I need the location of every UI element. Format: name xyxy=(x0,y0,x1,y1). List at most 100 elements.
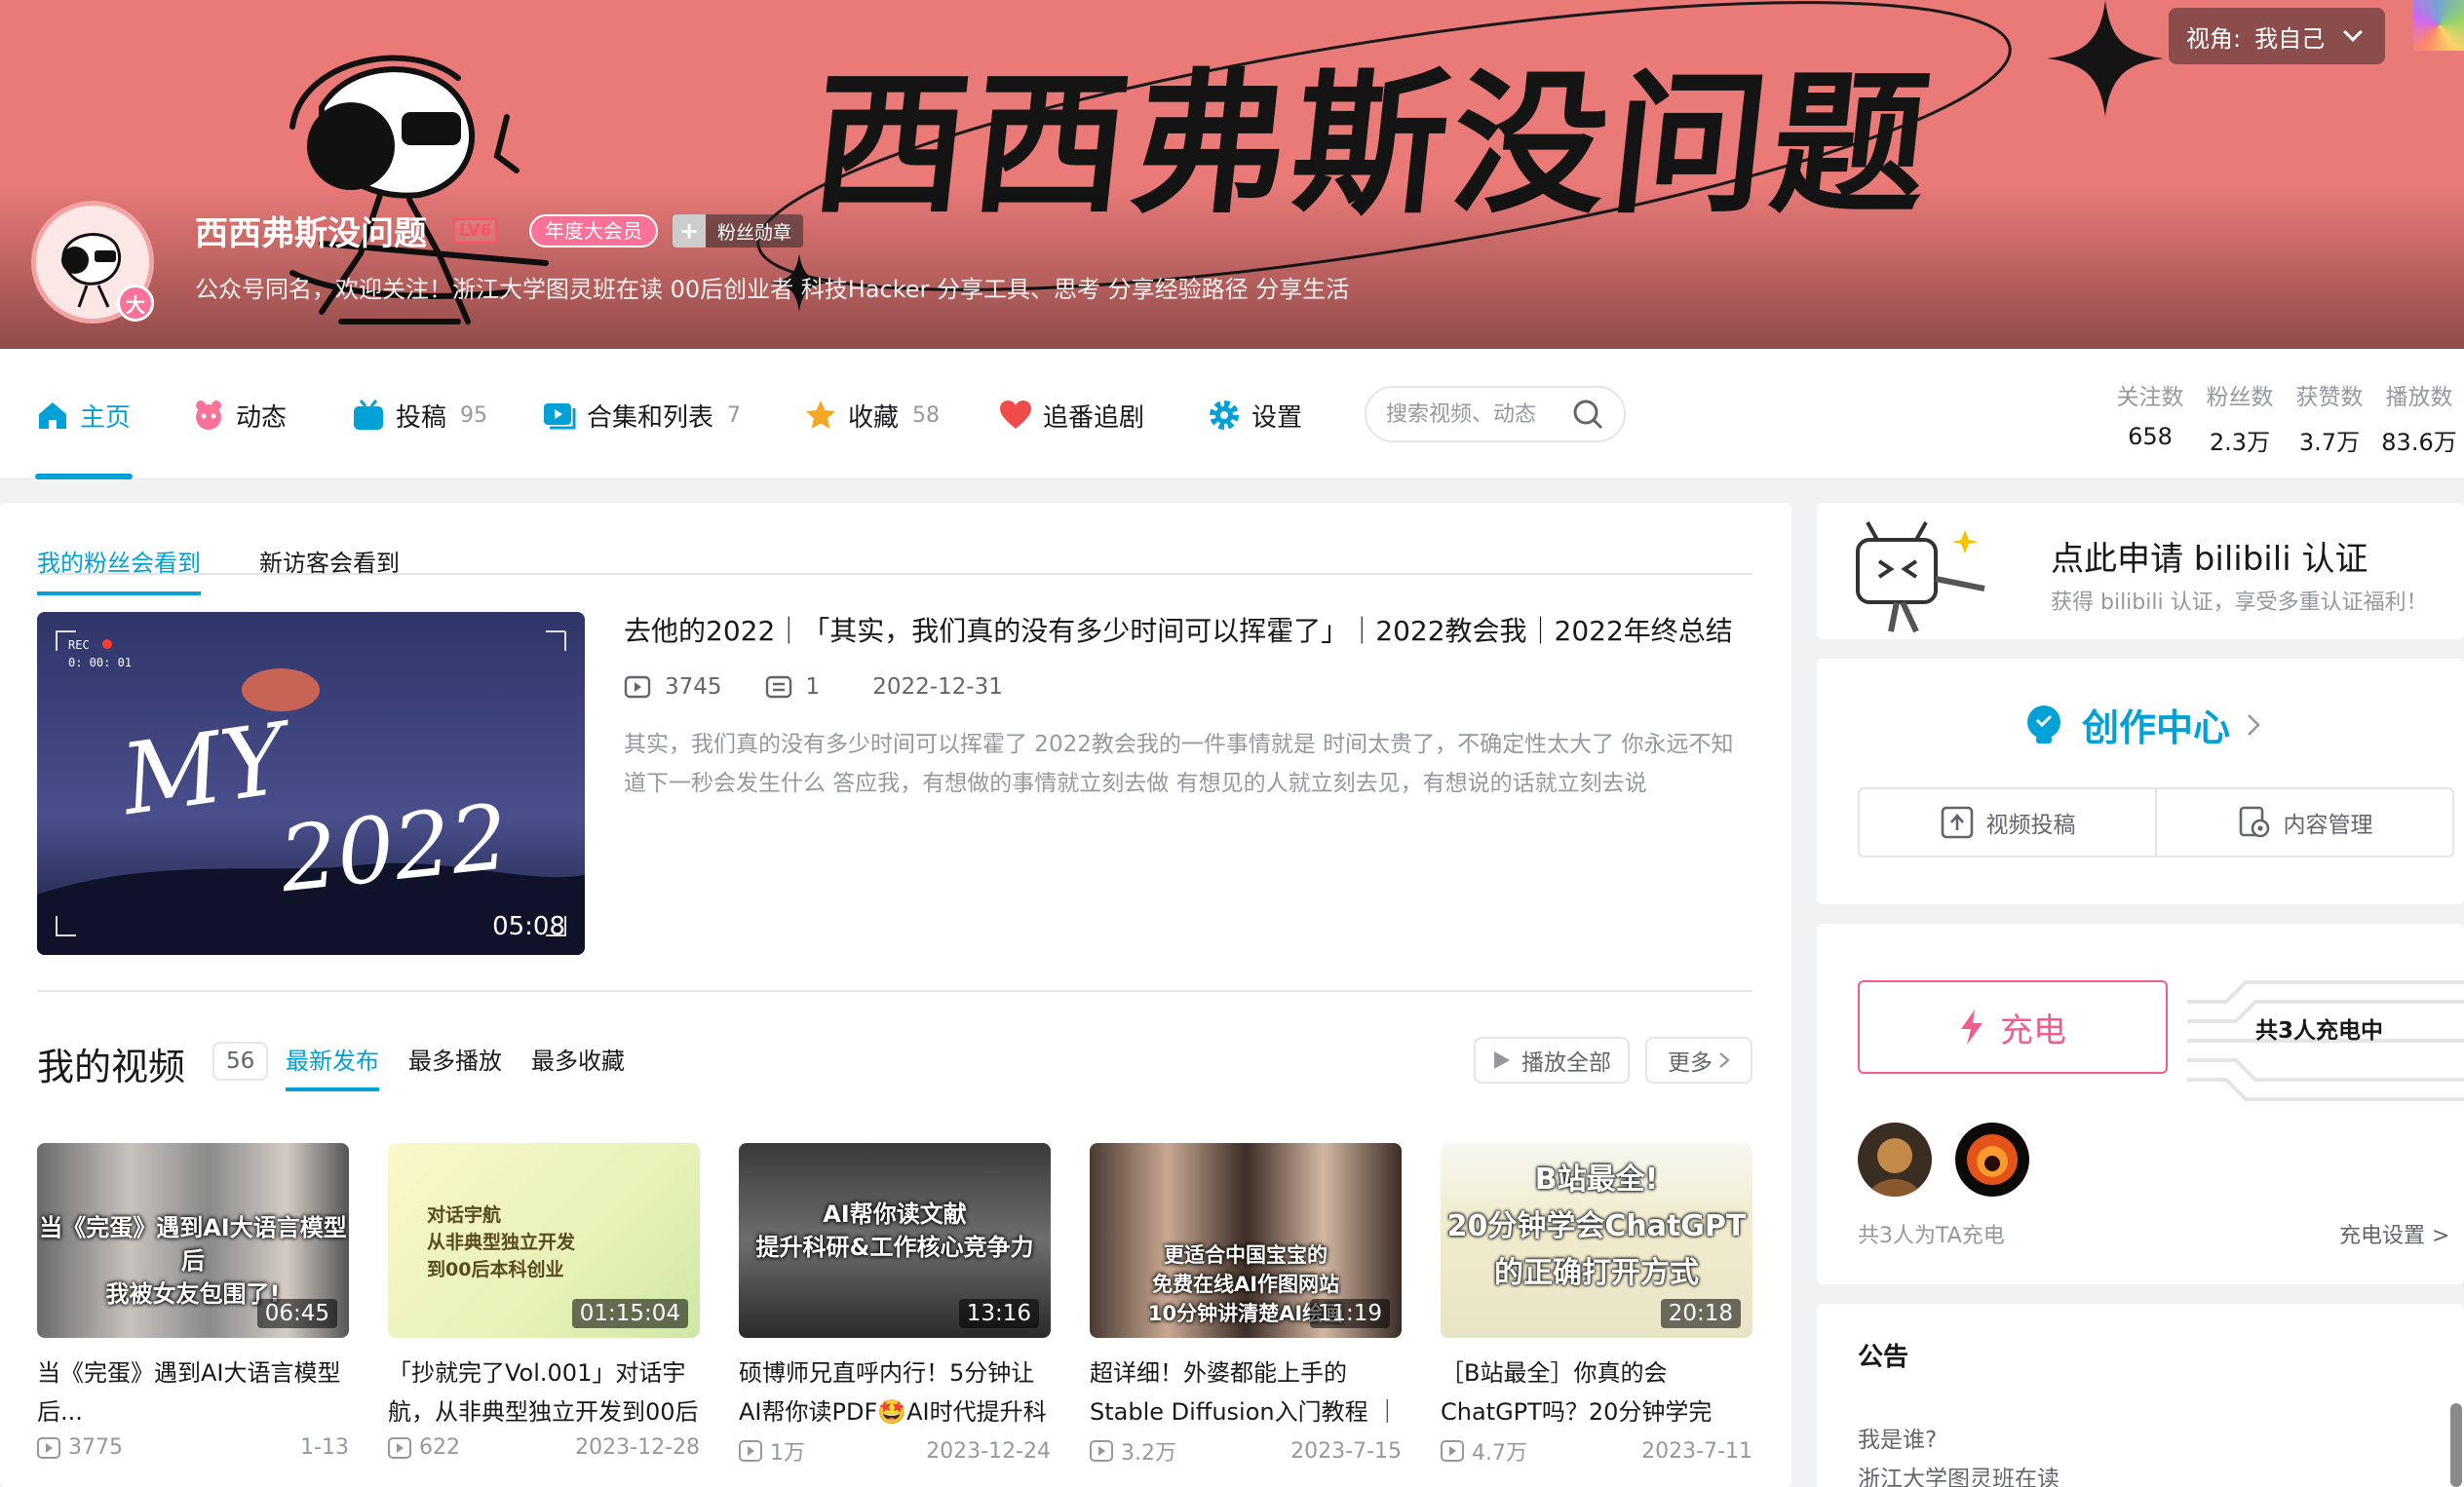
video-card[interactable]: 对话宇航 从非典型独立开发 到00后本科创业 01:15:04 「抄就完了Vol… xyxy=(388,1143,700,1460)
video-card[interactable]: AI帮你读文献 提升科研&工作核心竞争力 13:16 硕博师兄直呼内行！5分钟让… xyxy=(739,1143,1051,1467)
vip-avatar-badge: 大 xyxy=(117,285,154,322)
view-as-dropdown[interactable]: 视角: 我自己 xyxy=(2169,8,2385,64)
profile-banner: 西西弗斯没问题 视角: 我自己 大 西西弗斯没问题 LV6 年度大会员 + 粉丝… xyxy=(0,0,2464,349)
charge-supporters-text[interactable]: 共3人为TA充电 xyxy=(1858,1218,2005,1249)
chevron-right-icon xyxy=(1719,1052,1730,1068)
featured-meta: 3745 1 2022-12-31 xyxy=(624,674,1003,700)
heart-icon xyxy=(1000,400,1031,429)
fan-medal-label: 粉丝勋章 xyxy=(717,221,792,244)
video-date: 2023-7-11 xyxy=(1641,1438,1752,1464)
comment-icon xyxy=(765,675,791,699)
view-as-label: 视角: xyxy=(2186,24,2242,53)
video-thumbnail[interactable]: 当《完蛋》遇到AI大语言模型后 我被女友包围了! 06:45 xyxy=(37,1143,349,1338)
sort-most-favorited[interactable]: 最多收藏 xyxy=(531,1042,625,1091)
page-scrollbar[interactable] xyxy=(2450,1403,2462,1487)
video-duration: 01:15:04 xyxy=(571,1299,688,1328)
announcement-title: 公告 xyxy=(1858,1343,1909,1372)
featured-title[interactable]: 去他的2022｜「其实，我们真的没有多少时间可以挥霍了」｜2022教会我｜202… xyxy=(624,610,1733,649)
video-card[interactable]: 更适合中国宝宝的 免费在线AI作图网站 10分钟讲清楚AI绘画 11:19 超详… xyxy=(1090,1143,1402,1467)
video-card[interactable]: B站最全! 20分钟学会ChatGPT 的正确打开方式 20:18 ［B站最全］… xyxy=(1441,1143,1752,1467)
tab-dynamic-label: 动态 xyxy=(236,402,288,433)
play-all-button[interactable]: 播放全部 xyxy=(1474,1037,1630,1084)
tab-visitor-view[interactable]: 新访客会看到 xyxy=(259,544,400,595)
charger-avatar[interactable] xyxy=(1955,1123,2029,1197)
video-plays: 3.2万 xyxy=(1121,1441,1176,1466)
play-count-icon xyxy=(388,1436,411,1459)
lightning-icon xyxy=(1961,1010,1983,1045)
my-videos-sort-tabs: 最新发布 最多播放 最多收藏 xyxy=(286,1042,625,1091)
tab-settings-label: 设置 xyxy=(1251,402,1303,433)
user-stats: 关注数 658 粉丝数 2.3万 获赞数 3.7万 播放数 83.6万 xyxy=(2105,378,2464,457)
certification-title: 点此申请 bilibili 认证 xyxy=(2051,540,2368,579)
creator-center-link[interactable]: 创作中心 xyxy=(2021,698,2261,751)
play-count-icon xyxy=(624,675,651,699)
announcement-card: 公告 我是谁? 浙江大学图灵班在读 xyxy=(1817,1304,2464,1487)
play-count-icon xyxy=(739,1440,762,1462)
stat-plays: 播放数 83.6万 xyxy=(2381,385,2457,456)
tab-collections-count: 7 xyxy=(727,402,742,428)
video-thumbnail[interactable]: AI帮你读文献 提升科研&工作核心竞争力 13:16 xyxy=(739,1143,1051,1338)
sort-most-played[interactable]: 最多播放 xyxy=(408,1042,502,1091)
tab-bangumi[interactable]: 追番追剧 xyxy=(998,396,1144,435)
featured-duration: 05:08 xyxy=(492,912,565,941)
video-title[interactable]: ［B站最全］你真的会ChatGPT吗？20分钟学完 xyxy=(1441,1354,1752,1431)
charge-count: 共3人充电中 xyxy=(2255,1018,2384,1044)
video-plays: 3775 xyxy=(68,1435,123,1460)
video-date: 2023-7-15 xyxy=(1290,1438,1402,1464)
tab-settings[interactable]: 设置 xyxy=(1207,396,1302,435)
play-count-icon xyxy=(1090,1440,1113,1462)
certification-card[interactable]: 点此申请 bilibili 认证 获得 bilibili 认证，享受多重认证福利… xyxy=(1817,503,2464,639)
sort-latest[interactable]: 最新发布 xyxy=(286,1042,379,1091)
level-badge: LV6 xyxy=(453,218,498,244)
stat-fans[interactable]: 粉丝数 2.3万 xyxy=(2195,378,2285,457)
svg-text:MY: MY xyxy=(113,701,301,838)
tab-dynamic[interactable]: 动态 xyxy=(191,396,287,435)
tv-mascot-icon xyxy=(1856,521,1985,633)
star-icon xyxy=(806,400,835,429)
main-content: 我的粉丝会看到 新访客会看到 REC 0: 00: 01 MY 2022 05:… xyxy=(0,503,1791,1487)
announcement-line: 我是谁? xyxy=(1858,1428,1938,1453)
upload-icon xyxy=(1941,806,1973,839)
charge-button[interactable]: 充电 xyxy=(1858,980,2168,1074)
tab-favorites-count: 58 xyxy=(912,402,941,428)
user-signature[interactable]: 公众号同名，欢迎关注！浙江大学图灵班在读 00后创业者 科技Hacker 分享工… xyxy=(195,270,1349,304)
video-title[interactable]: 硕博师兄直呼内行！5分钟让AI帮你读PDF🤩AI时代提升科 xyxy=(739,1354,1051,1431)
video-thumbnail[interactable]: 对话宇航 从非典型独立开发 到00后本科创业 01:15:04 xyxy=(388,1143,700,1338)
svg-text:0: 00: 01: 0: 00: 01 xyxy=(68,656,132,669)
play-count-icon xyxy=(37,1436,60,1459)
content-manage-button[interactable]: 内容管理 xyxy=(2155,789,2452,856)
gear-icon xyxy=(1210,400,1239,430)
tv-icon xyxy=(354,400,383,430)
announcement-line: 浙江大学图灵班在读 xyxy=(1858,1467,2060,1487)
upload-video-button[interactable]: 视频投稿 xyxy=(1860,789,2155,856)
featured-video-thumbnail[interactable]: REC 0: 00: 01 MY 2022 05:08 xyxy=(37,612,585,955)
charge-settings-link[interactable]: 充电设置 > xyxy=(2339,1218,2449,1249)
tab-home[interactable]: 主页 xyxy=(35,396,131,435)
more-videos-button[interactable]: 更多 xyxy=(1645,1037,1752,1084)
fan-medal[interactable]: + 粉丝勋章 xyxy=(673,214,804,248)
video-duration: 20:18 xyxy=(1660,1299,1741,1328)
tab-favorites[interactable]: 收藏 58 xyxy=(803,396,940,435)
vip-badge[interactable]: 年度大会员 xyxy=(529,214,658,248)
video-card[interactable]: 当《完蛋》遇到AI大语言模型后 我被女友包围了! 06:45 当《完蛋》遇到AI… xyxy=(37,1143,349,1460)
video-thumbnail[interactable]: 更适合中国宝宝的 免费在线AI作图网站 10分钟讲清楚AI绘画 11:19 xyxy=(1090,1143,1402,1338)
tab-uploads[interactable]: 投稿 95 xyxy=(351,396,487,435)
charger-avatar[interactable] xyxy=(1858,1123,1932,1197)
featured-tabs: 我的粉丝会看到 新访客会看到 xyxy=(37,544,400,595)
space-search[interactable] xyxy=(1365,386,1626,442)
tab-fans-view[interactable]: 我的粉丝会看到 xyxy=(37,544,201,595)
tab-home-label: 主页 xyxy=(80,402,132,433)
search-icon[interactable] xyxy=(1571,398,1604,431)
play-count-icon xyxy=(1441,1440,1464,1462)
space-search-input[interactable] xyxy=(1386,401,1571,427)
video-title[interactable]: 当《完蛋》遇到AI大语言模型后... xyxy=(37,1354,349,1431)
tab-collections[interactable]: 合集和列表 7 xyxy=(542,396,741,435)
video-title[interactable]: 超详细！外婆都能上手的Stable Diffusion入门教程 ｜ xyxy=(1090,1354,1402,1431)
video-thumbnail[interactable]: B站最全! 20分钟学会ChatGPT 的正确打开方式 20:18 xyxy=(1441,1143,1752,1338)
stat-following[interactable]: 关注数 658 xyxy=(2105,378,2195,457)
chevron-right-icon xyxy=(2248,713,2260,736)
featured-description: 其实，我们真的没有多少时间可以挥霍了 2022教会我的一件事情就是 时间太贵了，… xyxy=(624,732,1734,796)
stat-likes: 获赞数 3.7万 xyxy=(2295,385,2364,456)
video-title[interactable]: 「抄就完了Vol.001」对话宇航，从非典型独立开发到00后 xyxy=(388,1354,700,1431)
video-date: 2023-12-24 xyxy=(926,1438,1051,1464)
